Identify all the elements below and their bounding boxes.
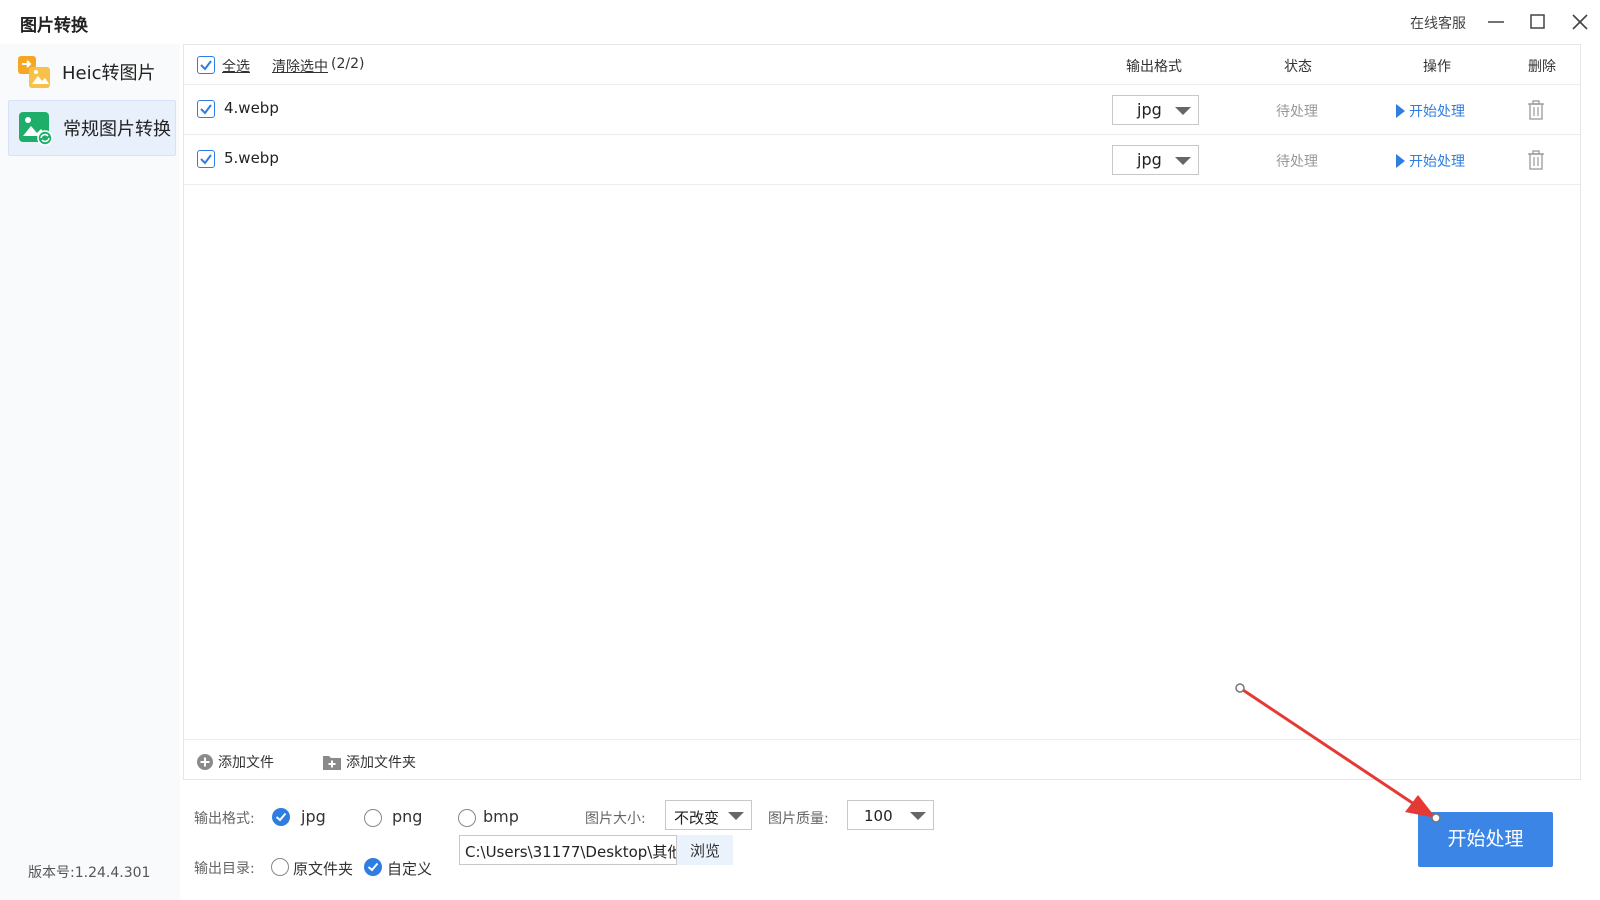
sidebar-item-label: 常规图片转换: [63, 119, 171, 140]
close-icon: [1572, 14, 1588, 30]
title-bar: 图片转换 在线客服: [0, 0, 1600, 44]
play-icon: [1396, 154, 1405, 168]
chevron-down-icon: [1175, 157, 1191, 165]
format-radio-bmp[interactable]: [458, 809, 476, 827]
image-size-select[interactable]: 不改变: [665, 800, 752, 830]
add-circle-icon: [197, 754, 213, 770]
add-file-label: 添加文件: [218, 755, 274, 771]
row-checkbox[interactable]: [197, 100, 215, 118]
column-header-status: 状态: [1284, 59, 1312, 75]
maximize-button[interactable]: [1525, 10, 1549, 34]
image-size-value: 不改变: [674, 809, 720, 827]
dir-radio-original[interactable]: [271, 858, 289, 876]
clear-selection-link[interactable]: 清除选中: [272, 56, 328, 76]
row-format-value: jpg: [1137, 100, 1162, 119]
checkmark-icon: [200, 154, 212, 165]
version-label: 版本号:1.24.4.301: [28, 865, 151, 881]
row-start-button[interactable]: 开始处理: [1396, 101, 1465, 121]
format-radio-jpg[interactable]: [272, 808, 290, 826]
format-radio-label: jpg: [301, 807, 326, 826]
row-start-label: 开始处理: [1409, 154, 1465, 170]
image-size-label: 图片大小:: [585, 811, 646, 827]
file-list-panel: 全选 清除选中 (2/2) 输出格式 状态 操作 删除 4.webp jpg 待…: [183, 44, 1581, 780]
maximize-icon: [1530, 14, 1545, 29]
file-name: 4.webp: [224, 99, 279, 117]
online-support-link[interactable]: 在线客服: [1410, 13, 1466, 33]
table-row: 5.webp jpg 待处理 开始处理: [184, 135, 1580, 185]
app-title: 图片转换: [20, 16, 88, 36]
radio-check-icon: [275, 812, 287, 822]
add-folder-label: 添加文件夹: [346, 755, 416, 771]
heic-convert-icon: [18, 56, 50, 88]
column-header-format: 输出格式: [1126, 59, 1182, 75]
chevron-down-icon: [910, 812, 926, 820]
table-header: 全选 清除选中 (2/2) 输出格式 状态 操作 删除: [184, 45, 1580, 85]
image-convert-icon: [19, 112, 53, 146]
image-quality-select[interactable]: 100: [847, 800, 934, 830]
dir-radio-custom[interactable]: [364, 858, 382, 876]
add-folder-icon: [323, 756, 341, 770]
add-folder-button[interactable]: 添加文件夹: [322, 752, 416, 772]
sidebar-item-image-convert[interactable]: 常规图片转换: [8, 100, 176, 156]
column-header-delete: 删除: [1528, 59, 1556, 75]
close-button[interactable]: [1568, 10, 1592, 34]
sidebar-item-label: Heic转图片: [62, 63, 156, 84]
format-radio-label: bmp: [483, 807, 519, 826]
sidebar: Heic转图片 常规图片转换 版本号:1.24.4.301: [0, 44, 180, 900]
row-start-button[interactable]: 开始处理: [1396, 151, 1465, 171]
row-format-select[interactable]: jpg: [1112, 145, 1199, 175]
chevron-down-icon: [728, 812, 744, 820]
format-radio-label: png: [392, 807, 423, 826]
row-status: 待处理: [1276, 154, 1318, 170]
row-checkbox[interactable]: [197, 150, 215, 168]
select-all-link[interactable]: 全选: [222, 56, 250, 76]
minimize-button[interactable]: [1484, 10, 1508, 34]
output-dir-label: 输出目录:: [194, 861, 255, 877]
output-path-input[interactable]: C:\Users\31177\Desktop\其他: [459, 835, 677, 865]
dir-radio-label: 原文件夹: [293, 860, 354, 878]
radio-check-icon: [367, 862, 379, 872]
row-status: 待处理: [1276, 104, 1318, 120]
select-all-checkbox[interactable]: [197, 56, 215, 74]
chevron-down-icon: [1175, 107, 1191, 115]
trash-icon[interactable]: [1526, 99, 1546, 121]
checkmark-icon: [200, 104, 212, 115]
image-quality-label: 图片质量:: [768, 811, 829, 827]
image-quality-value: 100: [864, 807, 893, 825]
play-icon: [1396, 104, 1405, 118]
file-name: 5.webp: [224, 149, 279, 167]
row-start-label: 开始处理: [1409, 104, 1465, 120]
sidebar-item-heic[interactable]: Heic转图片: [8, 44, 176, 100]
add-file-button[interactable]: 添加文件: [196, 752, 274, 772]
output-format-label: 输出格式:: [194, 811, 255, 827]
checkmark-icon: [200, 60, 212, 71]
dir-radio-label: 自定义: [387, 860, 433, 878]
start-processing-button[interactable]: 开始处理: [1418, 812, 1553, 867]
row-format-value: jpg: [1137, 150, 1162, 169]
add-bar: 添加文件 添加文件夹: [184, 739, 1580, 779]
trash-icon[interactable]: [1526, 149, 1546, 171]
table-row: 4.webp jpg 待处理 开始处理: [184, 85, 1580, 135]
row-format-select[interactable]: jpg: [1112, 95, 1199, 125]
minimize-icon: [1488, 21, 1504, 23]
browse-button[interactable]: 浏览: [677, 835, 733, 865]
selection-count: (2/2): [331, 56, 365, 72]
format-radio-png[interactable]: [364, 809, 382, 827]
column-header-action: 操作: [1423, 59, 1451, 75]
